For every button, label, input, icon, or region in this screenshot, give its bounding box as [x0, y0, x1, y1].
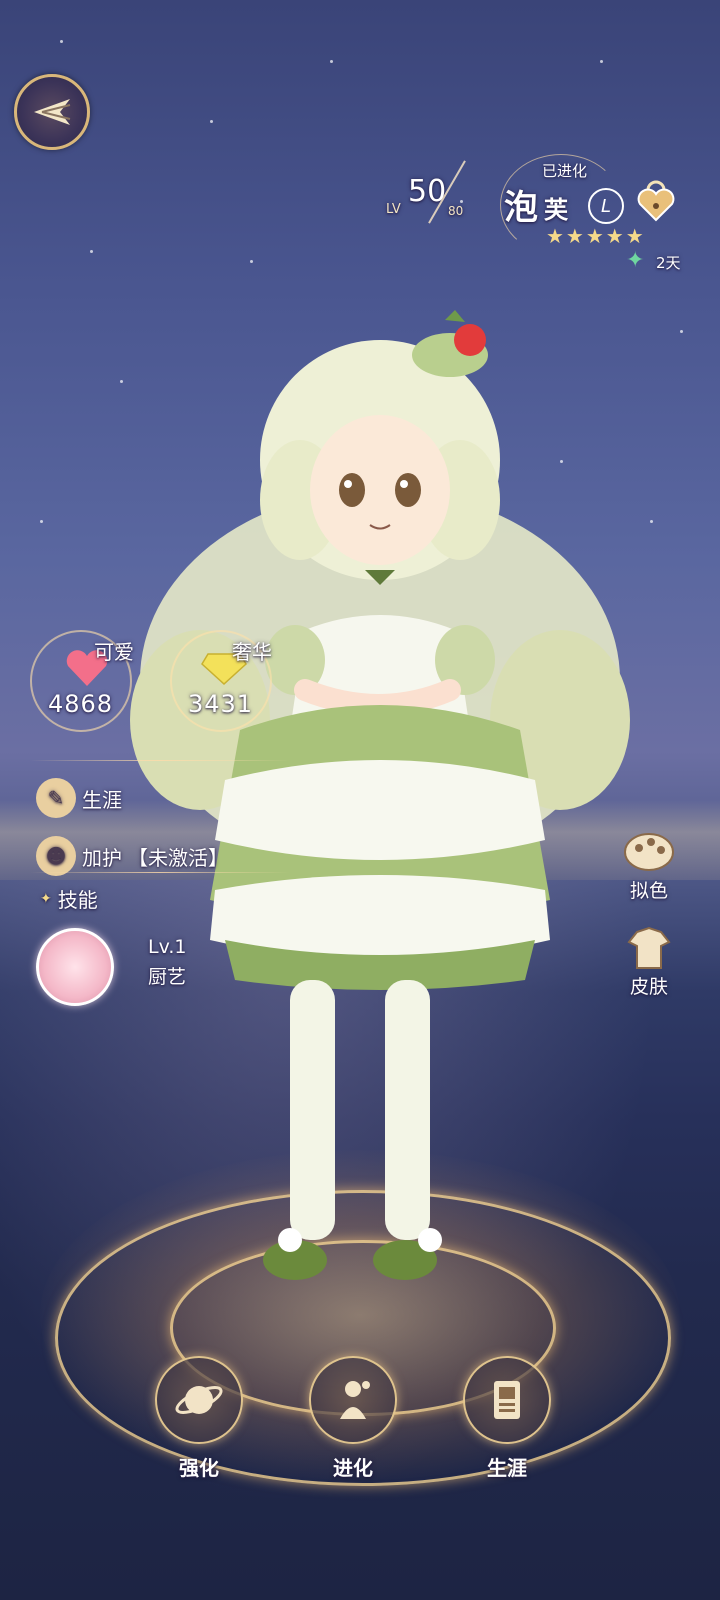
- sparkle-icon: ✦: [40, 890, 52, 907]
- stats-divider: [30, 760, 290, 761]
- days-remaining: 2天: [656, 254, 681, 272]
- luxury-value: 3431: [188, 690, 254, 718]
- skill-label: 技能: [57, 888, 98, 912]
- clover-icon: ✦: [626, 248, 645, 273]
- star-rating: ★★★★★: [546, 224, 646, 248]
- cute-label: 可爱: [94, 640, 134, 664]
- career-row[interactable]: ✎ 生涯: [36, 778, 122, 818]
- skill-name: 厨艺: [148, 966, 187, 988]
- mimic-color-button[interactable]: 拟色: [614, 828, 684, 903]
- level-indicator: LV 50 80: [386, 160, 496, 230]
- rank-badge[interactable]: L: [588, 188, 624, 224]
- skill-icon-button[interactable]: [36, 928, 114, 1006]
- character-name-second: 芙: [544, 196, 568, 224]
- enhance-button[interactable]: 强化: [154, 1356, 244, 1481]
- enhance-label: 强化: [179, 1456, 219, 1480]
- level-max: 80: [448, 204, 464, 218]
- book-icon: [463, 1356, 551, 1444]
- scroll-icon: ✎: [36, 778, 76, 818]
- evolve-button[interactable]: 进化: [308, 1356, 398, 1481]
- back-arrow-icon: [34, 99, 71, 125]
- level-label: LV: [386, 202, 401, 217]
- shield-figure-icon: ☻: [36, 836, 76, 876]
- figure-icon: [309, 1356, 397, 1444]
- career-bottom-label: 生涯: [487, 1456, 527, 1480]
- skill-divider: [30, 872, 290, 873]
- protect-status: 【未激活】: [128, 845, 228, 870]
- skill-level: Lv.1: [148, 936, 187, 958]
- skill-header: ✦ 技能: [40, 884, 98, 913]
- evolve-label: 进化: [333, 1456, 373, 1480]
- skin-label: 皮肤: [629, 976, 668, 998]
- character-illustration: [130, 310, 630, 1280]
- protect-row[interactable]: ☻ 加护 【未激活】: [36, 836, 228, 876]
- character-name-first: 泡: [504, 188, 538, 228]
- costume-icon: [621, 924, 677, 972]
- planet-icon: [155, 1356, 243, 1444]
- career-label: 生涯: [82, 787, 122, 812]
- cute-value: 4868: [48, 690, 114, 718]
- heart-lock-icon[interactable]: [636, 180, 676, 222]
- mimic-label: 拟色: [629, 880, 668, 902]
- protect-label: 加护: [82, 845, 122, 870]
- skin-button[interactable]: 皮肤: [614, 924, 684, 999]
- career-bottom-button[interactable]: 生涯: [462, 1356, 552, 1481]
- palette-icon: [621, 828, 677, 876]
- evolved-label: 已进化: [542, 162, 588, 180]
- luxury-label: 奢华: [232, 640, 272, 664]
- character-name-block: 已进化 泡 芙 L ★★★★★ ✦ 2天: [500, 150, 710, 280]
- back-button[interactable]: [14, 74, 90, 150]
